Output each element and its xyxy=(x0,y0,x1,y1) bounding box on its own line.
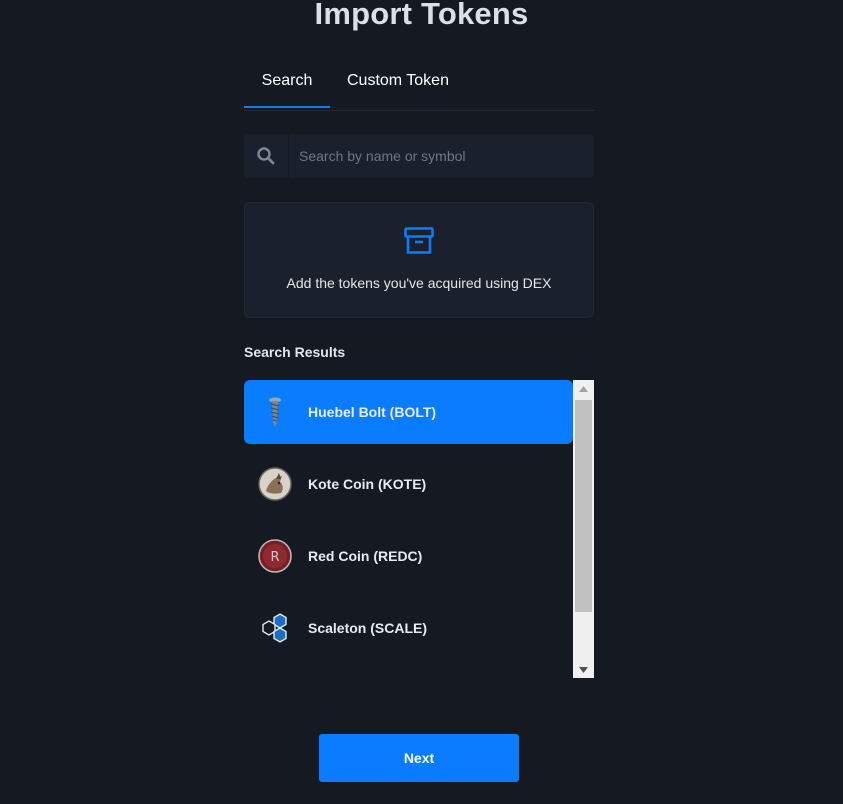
tab-custom-token[interactable]: Custom Token xyxy=(330,56,466,108)
kote-coin-icon xyxy=(258,467,292,501)
red-coin-icon: R xyxy=(258,539,292,573)
token-row-bolt[interactable]: Huebel Bolt (BOLT) xyxy=(244,380,573,444)
token-label: Huebel Bolt (BOLT) xyxy=(308,404,437,420)
scroll-up-arrow-icon[interactable] xyxy=(573,380,594,397)
page-title: Import Tokens xyxy=(314,0,529,31)
token-row-redc[interactable]: R Red Coin (REDC) xyxy=(244,524,573,588)
archive-box-icon xyxy=(404,227,434,260)
token-label: Scaleton (SCALE) xyxy=(308,620,428,636)
next-button[interactable]: Next xyxy=(319,734,519,782)
info-box: Add the tokens you've acquired using DEX xyxy=(244,202,594,318)
scrollbar-thumb[interactable] xyxy=(575,400,592,612)
search-bar xyxy=(244,134,594,178)
scroll-down-arrow-icon[interactable] xyxy=(573,661,594,678)
results-title: Search Results xyxy=(244,344,346,360)
results-scrollbar[interactable] xyxy=(573,380,594,678)
scaleton-hexagon-icon xyxy=(258,611,292,645)
import-tokens-page: Import Tokens Search Custom Token Add th… xyxy=(0,0,843,804)
search-input[interactable] xyxy=(289,135,594,177)
svg-text:R: R xyxy=(270,550,279,565)
tab-search[interactable]: Search xyxy=(244,56,330,108)
results-list[interactable]: Huebel Bolt (BOLT) Kote Coin (KOTE) R Re… xyxy=(244,380,594,678)
token-list: Huebel Bolt (BOLT) Kote Coin (KOTE) R Re… xyxy=(244,380,573,668)
tab-bar: Search Custom Token xyxy=(244,56,594,111)
token-row-kote[interactable]: Kote Coin (KOTE) xyxy=(244,452,573,516)
token-label: Red Coin (REDC) xyxy=(308,548,423,564)
token-row-scale[interactable]: Scaleton (SCALE) xyxy=(244,596,573,660)
bolt-screw-icon xyxy=(258,395,292,429)
token-label: Kote Coin (KOTE) xyxy=(308,476,427,492)
search-icon xyxy=(244,134,289,178)
info-text: Add the tokens you've acquired using DEX xyxy=(286,275,552,291)
